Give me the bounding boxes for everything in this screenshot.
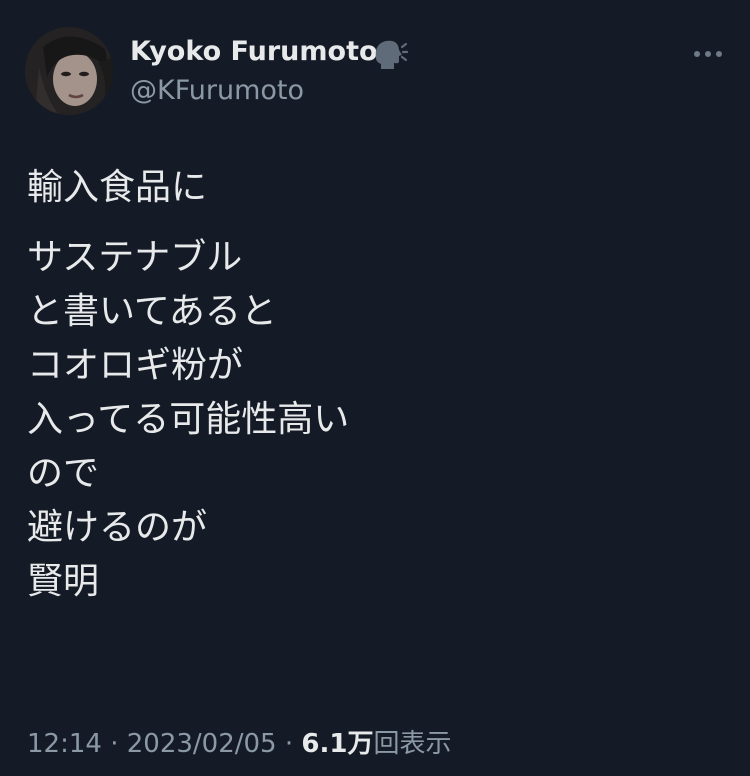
avatar[interactable] (25, 27, 113, 115)
tweet-line: 賢明 (27, 561, 100, 602)
tweet-line: 入ってる可能性高い (27, 399, 350, 440)
speaking-head-icon (375, 40, 408, 69)
tweet-line: コオロギ粉が (27, 345, 244, 386)
tweet-line: と書いてあると (27, 291, 277, 332)
display-name[interactable]: Kyoko Furumoto (130, 36, 378, 67)
meta-separator: · (276, 729, 302, 759)
tweet-text: 輸入食品に サステナブル と書いてあると コオロギ粉が 入ってる可能性高い ので… (27, 168, 349, 616)
tweet-line: サステナブル (27, 237, 243, 278)
avatar-image (25, 27, 113, 115)
user-handle[interactable]: @KFurumoto (130, 75, 304, 106)
views-label: 回表示 (373, 729, 452, 759)
tweet-date[interactable]: 2023/02/05 (127, 729, 277, 759)
views-count[interactable]: 6.1万 (301, 729, 373, 759)
tweet-meta: 12:14 · 2023/02/05 · 6.1万回表示 (27, 723, 451, 760)
more-dots-icon[interactable] (690, 40, 726, 68)
meta-separator: · (101, 729, 127, 759)
tweet-line: 避けるのが (27, 507, 208, 548)
tweet-card: Kyoko Furumoto @KFurumoto 輸入食品に サステナブル と… (0, 0, 750, 776)
tweet-time[interactable]: 12:14 (27, 729, 102, 759)
tweet-line: ので (27, 453, 100, 494)
tweet-line: 輸入食品に (27, 167, 208, 208)
